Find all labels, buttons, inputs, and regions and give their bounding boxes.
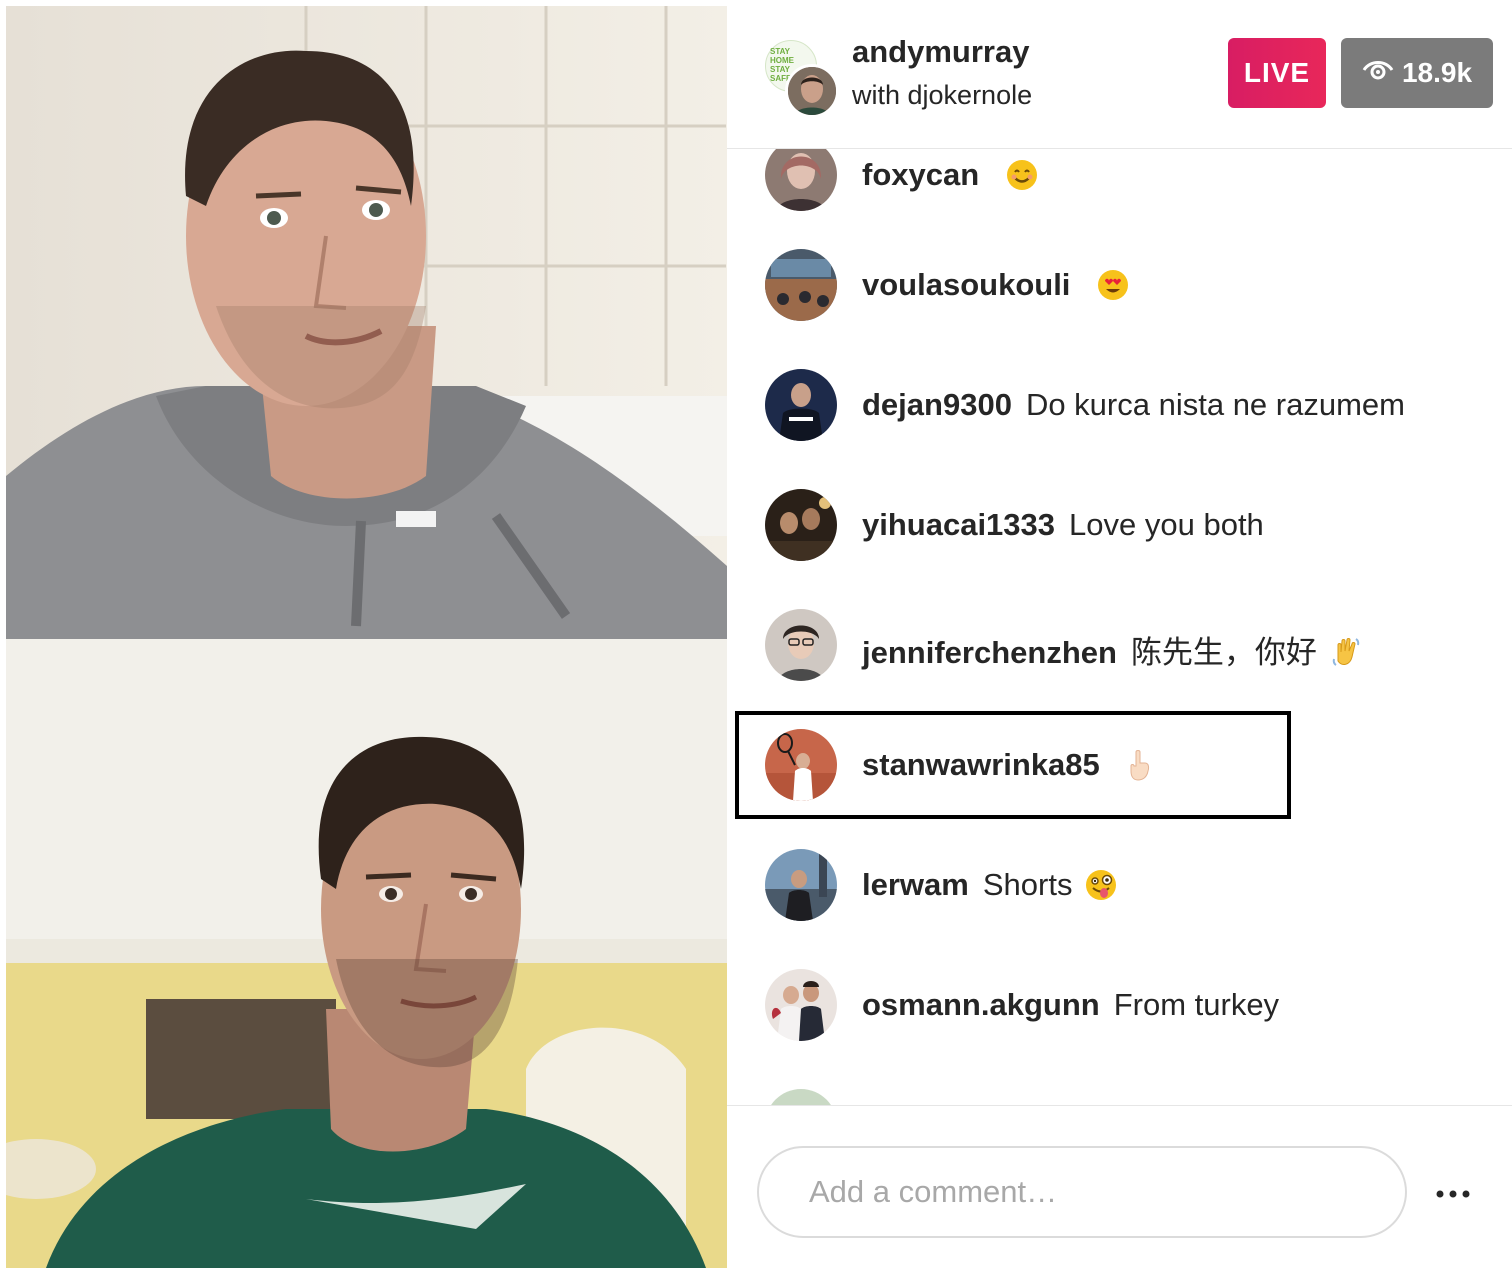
live-video-area	[6, 6, 727, 1268]
comment-text: dejan9300 Do kurca nista ne razumem	[862, 387, 1405, 423]
comment-username[interactable]: yihuacai1333	[862, 507, 1055, 542]
live-chat-panel: STAY HOME STAY SAFE andymurray with djok…	[727, 0, 1512, 1273]
comment-message: Shorts	[982, 867, 1073, 902]
commenter-avatar[interactable]	[765, 849, 837, 921]
comment-input[interactable]	[757, 1146, 1407, 1238]
comment-message: From turkey	[1113, 987, 1280, 1022]
comment-item: yihuacai1333 Love you both	[765, 489, 1505, 565]
commenter-avatar[interactable]	[765, 149, 837, 211]
commenter-avatar[interactable]	[765, 369, 837, 441]
comment-text: osmann.akgunn From turkey	[862, 987, 1279, 1023]
live-header: STAY HOME STAY SAFE andymurray with djok…	[727, 0, 1512, 149]
comment-list[interactable]: foxycan voulasoukouli dejan9300 Do kurca…	[727, 149, 1512, 1105]
viewer-count: 18.9k	[1401, 57, 1473, 88]
guest-avatar	[785, 64, 839, 118]
host-username[interactable]: andymurray	[852, 34, 1029, 70]
comment-text: voulasoukouli	[862, 267, 1129, 309]
comment-item: dejan9300 Do kurca nista ne razumem	[765, 369, 1505, 445]
guest-video-feed	[6, 639, 727, 1268]
heart-eyes-face-icon	[1097, 269, 1129, 309]
comment-text: foxycan	[862, 157, 1038, 199]
comment-username[interactable]: lerwam	[862, 867, 969, 902]
comment-username[interactable]: voulasoukouli	[862, 267, 1070, 302]
commenter-avatar[interactable]	[765, 609, 837, 681]
comment-message: Do kurca nista ne razumem	[1025, 387, 1405, 422]
comment-item: osmann.akgunn From turkey	[765, 969, 1505, 1045]
comment-message: Love you both	[1069, 507, 1264, 542]
host-video-feed	[6, 6, 727, 639]
commenter-avatar[interactable]	[765, 969, 837, 1041]
viewer-count-badge: 18.9k	[1341, 38, 1493, 108]
comment-item-partial	[765, 1089, 1505, 1105]
commenter-avatar[interactable]	[765, 1089, 837, 1105]
comment-item: lerwam Shorts	[765, 849, 1505, 925]
comment-text: yihuacai1333 Love you both	[862, 507, 1264, 543]
more-options-icon[interactable]	[1433, 1174, 1473, 1214]
commenter-avatar[interactable]	[765, 249, 837, 321]
smiling-face-icon	[1006, 159, 1038, 199]
guest-line[interactable]: with djokernole	[852, 80, 1032, 111]
eye-icon	[1362, 57, 1394, 89]
comment-item: foxycan	[765, 149, 1505, 215]
comment-text: jenniferchenzhen 陈先生，你好	[862, 627, 1364, 677]
highlight-annotation-box	[735, 711, 1291, 819]
zany-face-icon	[1085, 869, 1117, 909]
comment-text: lerwam Shorts	[862, 867, 1117, 909]
commenter-avatar[interactable]	[765, 489, 837, 561]
comment-item: jenniferchenzhen 陈先生，你好	[765, 609, 1505, 685]
waving-hand-icon	[1330, 635, 1364, 677]
comment-username[interactable]: osmann.akgunn	[862, 987, 1100, 1022]
comment-username[interactable]: jenniferchenzhen	[862, 635, 1117, 670]
host-avatar[interactable]: STAY HOME STAY SAFE	[765, 40, 839, 118]
comment-username[interactable]: dejan9300	[862, 387, 1012, 422]
comment-item: voulasoukouli	[765, 249, 1505, 325]
comment-message: 陈先生，你好	[1130, 635, 1317, 671]
comment-composer	[727, 1105, 1512, 1273]
comment-username[interactable]: foxycan	[862, 157, 979, 192]
live-badge: LIVE	[1228, 38, 1326, 108]
